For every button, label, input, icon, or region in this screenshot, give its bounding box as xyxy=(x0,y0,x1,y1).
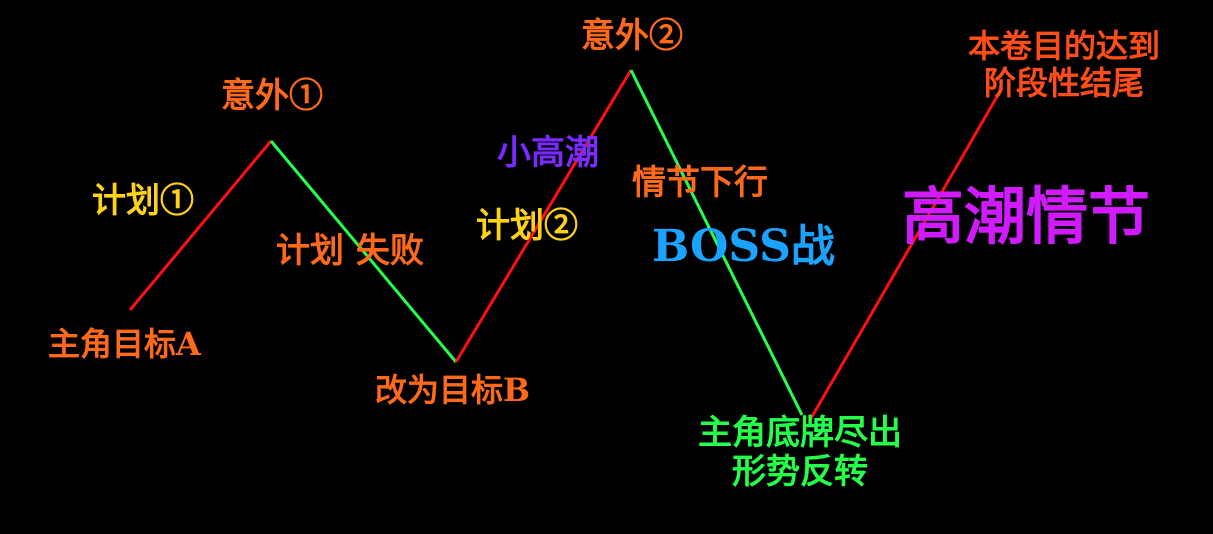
label-plan-fail: 计划 失败 xyxy=(276,231,424,271)
label-volume-end-line-2: 阶段性结尾 xyxy=(983,63,1144,102)
label-mini-climax: 小高潮 xyxy=(497,133,599,173)
label-plan-1: 计划① xyxy=(92,181,194,221)
rise-segment-reversal-to-volume-end xyxy=(808,87,1004,421)
label-trump-card-line-2: 形势反转 xyxy=(732,452,868,493)
label-trump-card-line-1: 主角底牌尽出 xyxy=(698,413,902,453)
label-accident-2: 意外② xyxy=(581,16,683,56)
label-plan-2: 计划② xyxy=(476,206,578,246)
label-goal-a: 主角目标A xyxy=(48,325,201,363)
label-trump-card-reversal: 主角底牌尽出 形势反转 xyxy=(686,413,914,493)
label-volume-end-line-1: 本卷目的达到 xyxy=(967,27,1160,65)
label-boss-battle: BOSS战 xyxy=(652,221,835,272)
rise-segment-goal-a-to-accident1 xyxy=(128,140,273,311)
label-volume-end: 本卷目的达到 阶段性结尾 xyxy=(958,28,1170,102)
label-accident-1: 意外① xyxy=(221,76,323,116)
label-goal-b: 改为目标B xyxy=(375,371,531,409)
label-plot-down: 情节下行 xyxy=(632,163,768,203)
label-climax-plot: 高潮情节 xyxy=(902,180,1151,253)
